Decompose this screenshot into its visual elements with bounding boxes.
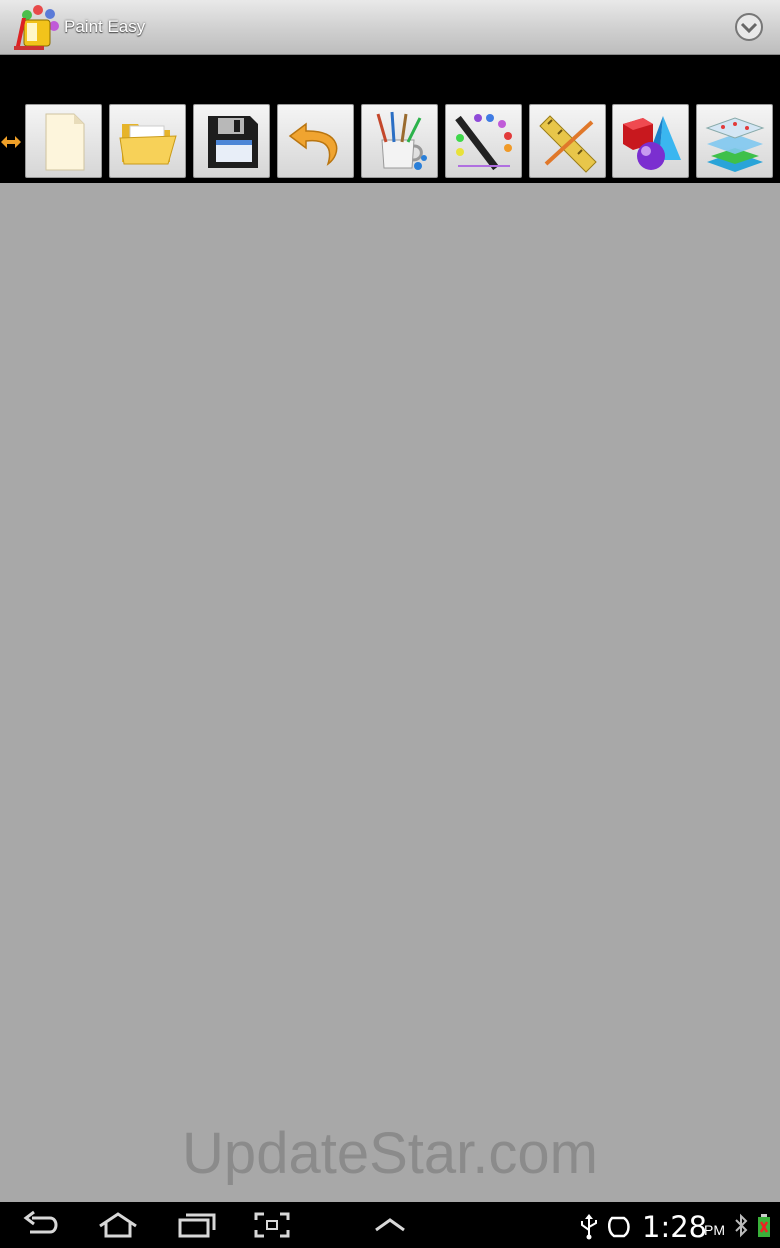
chevron-up-icon[interactable]	[368, 1210, 412, 1240]
battery-icon	[758, 1214, 770, 1237]
ruler-icon	[539, 115, 597, 173]
measure-button[interactable]	[529, 104, 606, 178]
title-bar: Paint Easy	[0, 0, 780, 55]
save-button[interactable]	[193, 104, 270, 178]
undo-icon	[288, 122, 338, 166]
brushes-button[interactable]	[361, 104, 438, 178]
screenshot-icon[interactable]	[250, 1210, 294, 1240]
layers-icon	[705, 117, 765, 172]
toolbar-scroll-arrow-icon[interactable]	[0, 132, 22, 152]
app-title: Paint Easy	[64, 17, 146, 36]
drawing-canvas[interactable]	[0, 183, 780, 1202]
usb-icon	[581, 1214, 597, 1240]
color-palette-icon	[455, 114, 512, 171]
back-icon[interactable]	[20, 1210, 64, 1240]
app-logo-icon	[14, 5, 59, 50]
new-file-icon	[45, 113, 85, 171]
save-disk-icon	[208, 116, 258, 168]
colors-button[interactable]	[445, 104, 522, 178]
clock-time: 1:28	[642, 1210, 708, 1244]
shapes-icon	[623, 116, 681, 170]
sync-icon	[608, 1216, 630, 1238]
undo-button[interactable]	[277, 104, 354, 178]
watermark: UpdateStar.com	[182, 1121, 598, 1186]
recent-apps-icon[interactable]	[174, 1210, 218, 1240]
clock-ampm: PM	[704, 1222, 725, 1238]
open-file-button[interactable]	[109, 104, 186, 178]
brushes-icon	[376, 111, 427, 170]
home-icon[interactable]	[96, 1210, 140, 1240]
overflow-menu-button[interactable]	[734, 12, 764, 42]
bluetooth-icon	[735, 1213, 748, 1238]
layers-button[interactable]	[696, 104, 773, 178]
open-folder-icon	[119, 124, 177, 165]
system-nav-bar: 1:28 PM	[0, 1202, 780, 1248]
new-file-button[interactable]	[25, 104, 102, 178]
shapes-button[interactable]	[612, 104, 689, 178]
